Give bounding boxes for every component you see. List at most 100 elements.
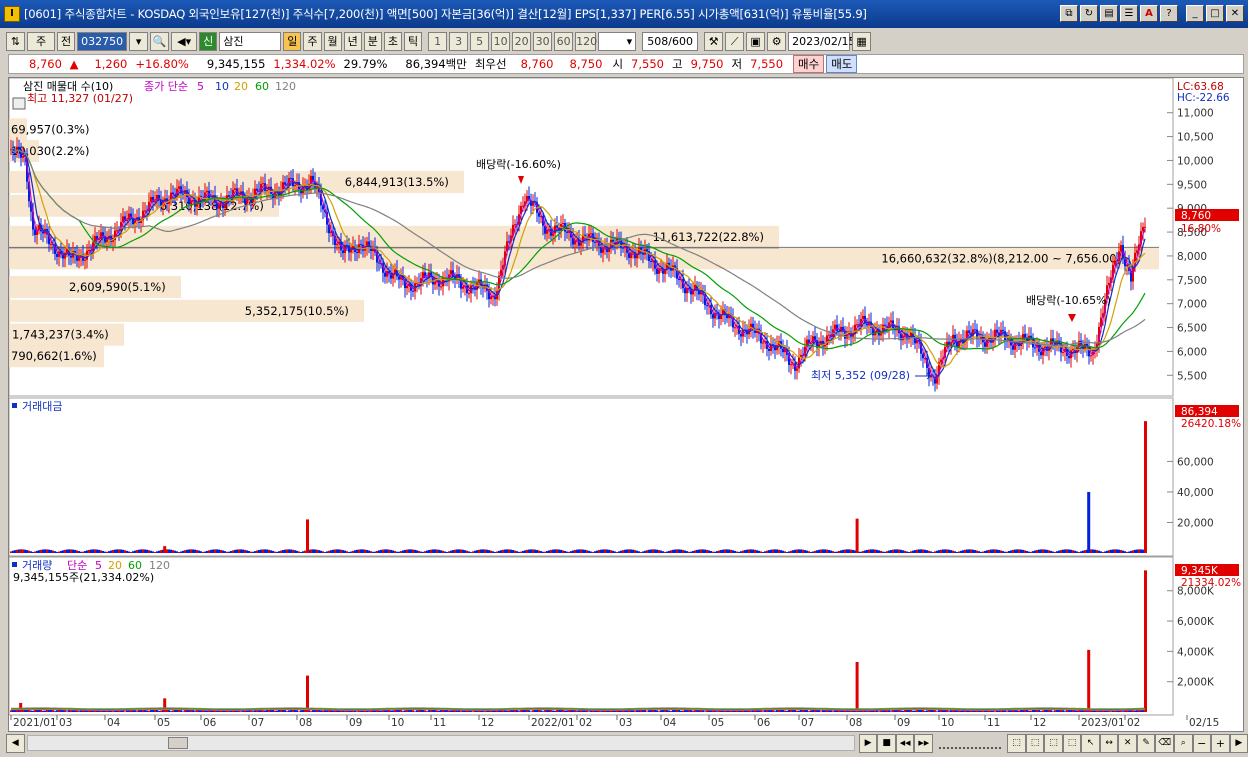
close-button[interactable]: ✕ — [1226, 5, 1244, 22]
chart-area[interactable]: 69,957(0.3%) 10,030(2.2%) 6,844,913(13.5%)… — [8, 77, 1244, 732]
amount-bar — [242, 549, 244, 553]
scrollbar-thumb[interactable] — [167, 737, 188, 749]
date-field[interactable]: 2023/02/15 — [788, 31, 856, 51]
amount-bar — [1004, 551, 1006, 553]
amount-bar — [62, 550, 64, 553]
volume-bar — [612, 710, 614, 712]
volume-bar — [588, 711, 590, 712]
price-tick-label: 11,000 — [1177, 108, 1214, 120]
draw-tool-icon[interactable]: ✎ — [1136, 733, 1156, 753]
prev-button[interactable]: 전 — [57, 31, 76, 51]
interval-3[interactable]: 3 — [449, 31, 469, 51]
scroll-left-button[interactable]: ◀ — [6, 733, 25, 753]
volume-bar — [332, 710, 334, 712]
line-tool-icon[interactable]: ⟋ — [725, 31, 745, 51]
interval-120[interactable]: 120 — [575, 31, 597, 51]
interval-60[interactable]: 60 — [554, 31, 574, 51]
font-icon[interactable]: A — [1140, 5, 1158, 22]
timeframe-minute[interactable]: 분 — [363, 31, 382, 51]
volume-bar — [518, 711, 520, 712]
timeframe-day[interactable]: 일 — [283, 31, 302, 51]
search-icon[interactable]: 🔍 — [150, 31, 170, 51]
amount-bar — [40, 549, 42, 553]
candle-body — [768, 348, 770, 351]
wrench-icon[interactable]: ⚒ — [704, 31, 724, 51]
amount-bar — [540, 551, 542, 553]
volume-bar — [428, 710, 430, 712]
amount-bar — [762, 552, 764, 553]
config-icon[interactable]: ☰ — [1120, 5, 1138, 22]
save-icon[interactable]: ▣ — [746, 31, 766, 51]
calendar-icon[interactable]: ▦ — [852, 31, 872, 51]
link-icon[interactable]: ⧉ — [1060, 5, 1078, 22]
stock-code-input[interactable]: 032750 — [77, 31, 128, 51]
play-button[interactable]: ▶ — [858, 733, 878, 753]
timeframe-second[interactable]: 초 — [383, 31, 402, 51]
amount-bar — [866, 549, 868, 553]
stock-chart[interactable]: 69,957(0.3%)10,030(2.2%)6,844,913(13.5%)… — [8, 77, 1243, 731]
interval-5[interactable]: 5 — [470, 31, 490, 51]
amount-bar — [404, 549, 406, 553]
amount-bar — [792, 550, 794, 553]
interval-20[interactable]: 20 — [512, 31, 532, 51]
tool-icon-1[interactable]: ⬚ — [1007, 733, 1026, 753]
amount-current-pct: 26420.18% — [1181, 418, 1241, 430]
amount-bar — [344, 550, 346, 553]
volume-bar — [788, 709, 790, 712]
amount-bar — [600, 549, 602, 553]
interval-10[interactable]: 10 — [491, 31, 511, 51]
amount-bar — [248, 550, 250, 553]
speaker-icon[interactable]: ◀▾ — [171, 31, 198, 51]
amount-bar — [282, 550, 284, 553]
help-icon[interactable]: ? — [1160, 5, 1178, 22]
buy-button[interactable]: 매수 — [793, 55, 825, 73]
timeframe-tick[interactable]: 틱 — [404, 31, 423, 51]
amount-bar — [1138, 549, 1140, 553]
rewind-button[interactable]: ◀◀ — [895, 733, 915, 753]
arrow-tool-icon[interactable]: ↖ — [1081, 733, 1100, 753]
zoom-in-button[interactable]: + — [1211, 733, 1230, 753]
tool-icon-4[interactable]: ⬚ — [1062, 733, 1082, 753]
minimize-button[interactable]: _ — [1186, 5, 1204, 22]
amount-bar — [1050, 550, 1052, 553]
tool-icon-3[interactable]: ⬚ — [1044, 733, 1063, 753]
erase-tool-icon[interactable]: ⌫ — [1155, 733, 1174, 753]
candle-body — [884, 324, 886, 326]
grid-toggle-icon[interactable] — [12, 97, 26, 110]
timeframe-month[interactable]: 월 — [323, 31, 342, 51]
timeframe-year[interactable]: 년 — [343, 31, 362, 51]
amount-bar — [104, 551, 106, 553]
settings-icon[interactable]: ⚙ — [767, 31, 787, 51]
amount-bar — [652, 549, 654, 553]
amount-bar — [482, 549, 484, 553]
timeframe-week[interactable]: 주 — [303, 31, 322, 51]
candle-body — [398, 276, 400, 280]
volume-bar — [982, 711, 984, 712]
period-select[interactable]: 주 — [27, 31, 55, 51]
zoom-slider[interactable] — [938, 737, 1002, 749]
volume-bar — [1064, 711, 1066, 712]
amount-bar — [1026, 550, 1028, 553]
print-icon[interactable]: ▤ — [1100, 5, 1118, 22]
fast-forward-button[interactable]: ▶▶ — [914, 733, 933, 753]
amount-bar — [112, 549, 114, 553]
dropdown-arrow-icon[interactable]: ▾ — [129, 31, 149, 51]
sell-button[interactable]: 매도 — [826, 55, 858, 73]
interval-30[interactable]: 30 — [533, 31, 553, 51]
zoom-out-button[interactable]: − — [1192, 733, 1212, 753]
chart-type-icon[interactable]: ⇅ — [6, 31, 25, 51]
zoom-search-icon[interactable]: ⌕ — [1173, 733, 1193, 753]
measure-tool-icon[interactable]: ↔ — [1099, 733, 1119, 753]
amount-bar — [124, 550, 126, 553]
stop-button[interactable]: ■ — [877, 733, 896, 753]
custom-interval-input[interactable]: ▾ — [598, 31, 637, 51]
refresh-icon[interactable]: ↻ — [1080, 5, 1098, 22]
tool-icon-2[interactable]: ⬚ — [1025, 733, 1045, 753]
scroll-right-button[interactable]: ▶ — [1229, 733, 1248, 753]
maximize-button[interactable]: □ — [1206, 5, 1224, 22]
count-field[interactable]: 508/600 — [642, 31, 699, 51]
cross-tool-icon[interactable]: ✕ — [1118, 733, 1137, 753]
amount-bar — [882, 551, 884, 553]
scrollbar-track[interactable] — [26, 735, 855, 751]
interval-1[interactable]: 1 — [428, 31, 448, 51]
